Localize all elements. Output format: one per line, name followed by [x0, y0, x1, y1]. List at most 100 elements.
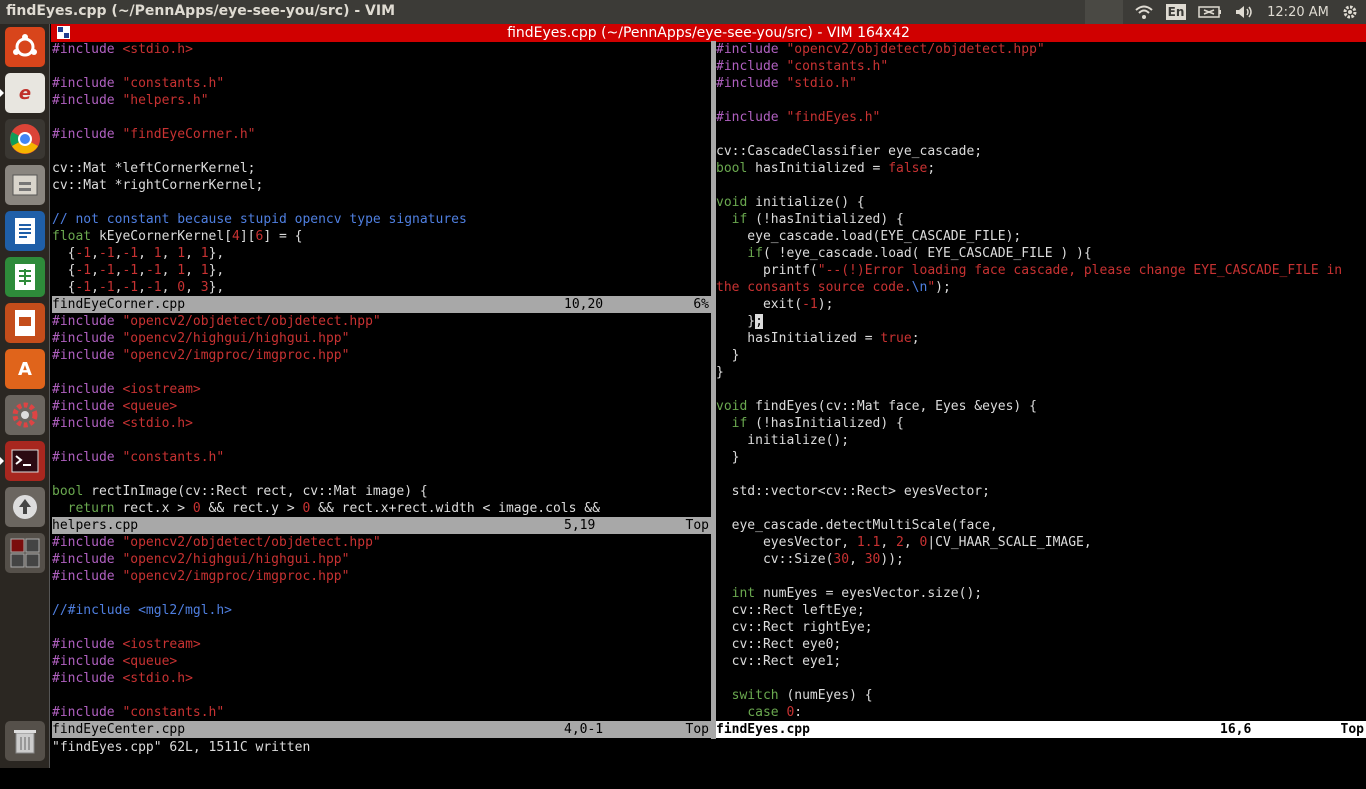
code-line: }; — [716, 314, 763, 329]
code-line: float kEyeCornerKernel[4][6] = { — [52, 229, 303, 244]
chrome-icon[interactable] — [5, 119, 45, 159]
code-line: bool hasInitialized = false; — [716, 161, 936, 176]
code-line: } — [716, 450, 740, 465]
vim-command-line[interactable]: "findEyes.cpp" 62L, 1511C written — [52, 739, 310, 756]
statusline-filename: findEyes.cpp — [716, 722, 810, 737]
libreoffice-impress-icon[interactable] — [5, 303, 45, 343]
trash-icon[interactable] — [5, 721, 45, 761]
battery-icon[interactable] — [1196, 0, 1224, 24]
workspace-switcher-icon[interactable] — [5, 533, 45, 573]
system-settings-icon[interactable] — [5, 395, 45, 435]
code-line: cv::CascadeClassifier eye_cascade; — [716, 144, 983, 159]
code-line: #include <stdio.h> — [52, 42, 193, 57]
statusline-scroll: 6% — [693, 297, 709, 312]
statusline-find-eyes[interactable]: findEyes.cpp 16,6 Top — [716, 721, 1366, 738]
code-line: if (!hasInitialized) { — [731, 416, 904, 431]
keyboard-layout-indicator[interactable]: En — [1165, 0, 1187, 24]
code-line: #include <stdio.h> — [52, 416, 193, 431]
gear-icon[interactable] — [1338, 0, 1362, 24]
code-line: } — [716, 365, 724, 380]
code-line: cv::Mat *leftCornerKernel; — [52, 161, 256, 176]
software-center-icon[interactable]: A — [5, 349, 45, 389]
launcher: e A — [0, 24, 50, 768]
dash-home-icon[interactable] — [5, 27, 45, 67]
statusline-scroll: Top — [685, 518, 709, 533]
code-line: the consants source code.\n"); — [716, 280, 951, 295]
code-line: eye_cascade.load(EYE_CASCADE_FILE); — [716, 229, 1022, 244]
statusline-position: 4,0-1 — [564, 722, 604, 737]
software-updater-icon[interactable] — [5, 487, 45, 527]
clock[interactable]: 12:20 AM — [1262, 0, 1334, 24]
code-line: {-1,-1,-1, 1, 1, 1}, — [52, 246, 225, 261]
code-line: #include "opencv2/highgui/highgui.hpp" — [52, 331, 350, 346]
code-line: #include "findEyeCorner.h" — [52, 127, 256, 142]
statusline-find-eye-corner[interactable]: findEyeCorner.cpp 10,20 6% — [52, 296, 711, 313]
code-pane-find-eye-corner[interactable]: #include <stdio.h> #include "constants.h"… — [52, 41, 711, 296]
code-line: cv::Size(30, 30)); — [716, 552, 904, 567]
terminal-icon[interactable] — [0, 441, 45, 481]
statusline-find-eye-center[interactable]: findEyeCenter.cpp 4,0-1 Top — [52, 721, 711, 738]
statusline-filename: helpers.cpp — [52, 518, 139, 533]
code-line: bool rectInImage(cv::Rect rect, cv::Mat … — [52, 484, 428, 499]
top-panel: findEyes.cpp (~/PennApps/eye-see-you/src… — [0, 0, 1366, 24]
statusline-filename: findEyeCorner.cpp — [52, 297, 186, 312]
code-line: eye_cascade.detectMultiScale(face, — [716, 518, 998, 533]
statusline-helpers[interactable]: helpers.cpp 5,19 Top — [52, 517, 711, 534]
code-line: #include "opencv2/imgproc/imgproc.hpp" — [52, 569, 350, 584]
code-line: #include "stdio.h" — [716, 76, 857, 91]
code-line: // not constant because stupid opencv ty… — [52, 212, 467, 227]
code-line: cv::Rect eye1; — [716, 654, 842, 669]
code-line: return rect.x > 0 && rect.y > 0 && rect.… — [67, 501, 600, 516]
code-pane-find-eyes[interactable]: #include "opencv2/objdetect/objdetect.hp… — [716, 41, 1366, 721]
code-line: cv::Rect rightEye; — [716, 620, 873, 635]
code-line: cv::Rect leftEye; — [716, 603, 865, 618]
code-line: #include "constants.h" — [52, 76, 225, 91]
code-line: #include "helpers.h" — [52, 93, 209, 108]
vim-title: findEyes.cpp (~/PennApps/eye-see-you/src… — [507, 25, 910, 41]
statusline-position: 10,20 — [564, 297, 604, 312]
libreoffice-writer-icon[interactable] — [5, 211, 45, 251]
volume-icon[interactable] — [1232, 0, 1256, 24]
code-line: void initialize() { — [716, 195, 865, 210]
code-pane-helpers[interactable]: #include "opencv2/objdetect/objdetect.hp… — [52, 313, 711, 517]
code-line: #include "constants.h" — [52, 450, 225, 465]
code-line: #include "constants.h" — [52, 705, 225, 720]
code-pane-find-eye-center[interactable]: #include "opencv2/objdetect/objdetect.hp… — [52, 534, 711, 721]
statusline-position: 16,6 — [1220, 722, 1252, 737]
code-line: {-1,-1,-1,-1, 1, 1}, — [52, 263, 225, 278]
text-editor-icon[interactable]: e — [0, 73, 45, 113]
statusline-position: 5,19 — [564, 518, 596, 533]
code-line: #include <iostream> — [52, 382, 201, 397]
code-line: #include "opencv2/highgui/highgui.hpp" — [52, 552, 350, 567]
libreoffice-calc-icon[interactable] — [5, 257, 45, 297]
indicator-slot[interactable] — [1085, 0, 1123, 24]
vim-window-icon — [57, 26, 70, 39]
code-line: exit(-1); — [716, 297, 834, 312]
code-line: #include "opencv2/objdetect/objdetect.hp… — [716, 42, 1045, 57]
window-title: findEyes.cpp (~/PennApps/eye-see-you/src… — [6, 3, 396, 19]
code-line: #include "opencv2/objdetect/objdetect.hp… — [52, 535, 381, 550]
code-line: eyesVector, 1.1, 2, 0|CV_HAAR_SCALE_IMAG… — [716, 535, 1092, 550]
code-line: int numEyes = eyesVector.size(); — [731, 586, 983, 601]
code-line: if( !eye_cascade.load( EYE_CASCADE_FILE … — [747, 246, 1092, 261]
vim-titlebar: findEyes.cpp (~/PennApps/eye-see-you/src… — [51, 24, 1366, 42]
code-line: #include "findEyes.h" — [716, 110, 881, 125]
code-line: std::vector<cv::Rect> eyesVector; — [716, 484, 990, 499]
files-icon[interactable] — [5, 165, 45, 205]
statusline-scroll: Top — [685, 722, 709, 737]
wifi-icon[interactable] — [1131, 0, 1157, 24]
code-line: cv::Rect eye0; — [716, 637, 842, 652]
code-line: if (!hasInitialized) { — [731, 212, 904, 227]
